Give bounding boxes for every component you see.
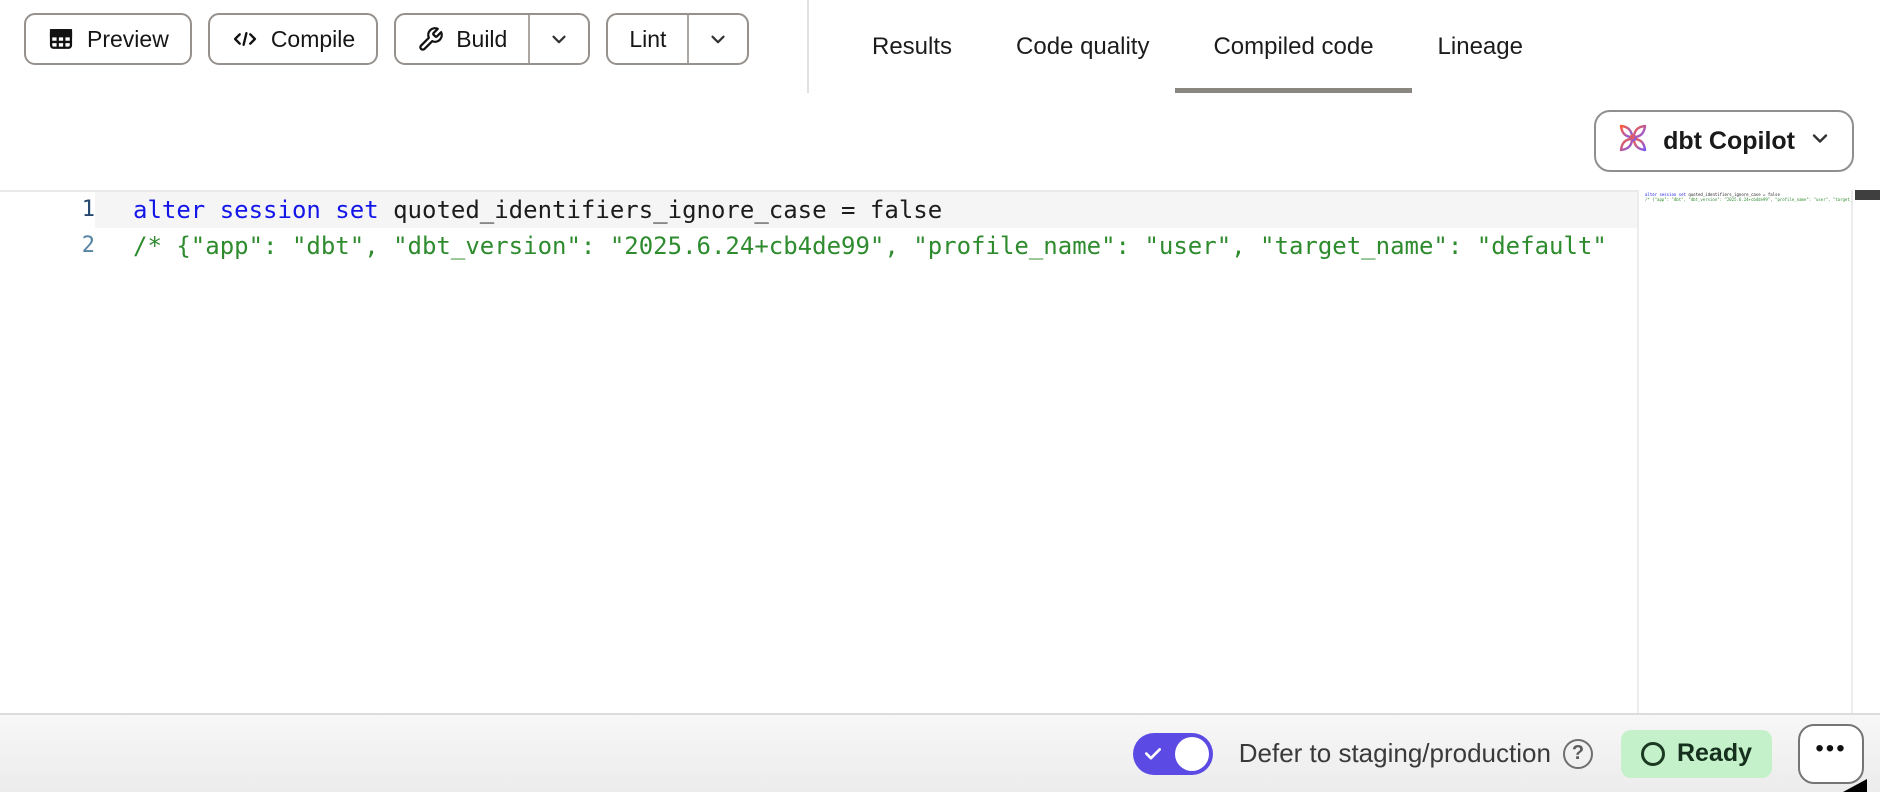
table-grid-icon: [47, 25, 75, 53]
check-icon: [1143, 744, 1163, 764]
chevron-down-icon: [548, 28, 570, 50]
panel-header: Preview Compile: [0, 0, 1880, 190]
build-button-label: Build: [456, 26, 507, 53]
tab-strip: Results Code quality Compiled code Lineage: [872, 0, 1523, 93]
dbt-logo-icon: [1616, 121, 1650, 162]
toggle-knob: [1175, 737, 1209, 771]
line-number[interactable]: 2: [0, 228, 95, 264]
dbt-copilot-button[interactable]: dbt Copilot: [1594, 110, 1854, 172]
code-text: /* {"app": "dbt", "dbt_version": "2025.6…: [95, 228, 1637, 264]
dbt-copilot-label: dbt Copilot: [1663, 127, 1795, 156]
tab-lineage[interactable]: Lineage: [1438, 0, 1523, 93]
tab-compiled-code[interactable]: Compiled code: [1213, 0, 1373, 93]
defer-toggle[interactable]: [1133, 733, 1213, 775]
dbt-ide-panel: Preview Compile: [0, 0, 1880, 792]
toolbar-tabs-divider: [807, 0, 809, 93]
preview-button[interactable]: Preview: [24, 13, 192, 65]
editor-scrollbar[interactable]: [1855, 190, 1880, 713]
code-line[interactable]: 1alter session set quoted_identifiers_ig…: [0, 192, 1637, 228]
ready-status-label: Ready: [1677, 739, 1752, 768]
wrench-icon: [417, 26, 444, 53]
code-text: alter session set quoted_identifiers_ign…: [95, 192, 1637, 228]
defer-label: Defer to staging/production: [1239, 738, 1551, 769]
lint-dropdown-button[interactable]: [687, 15, 747, 63]
compile-button-main[interactable]: Compile: [210, 15, 376, 63]
code-brackets-icon: [231, 25, 259, 53]
line-number[interactable]: 1: [0, 192, 95, 228]
compile-button[interactable]: Compile: [208, 13, 378, 65]
compiled-code-editor[interactable]: 1alter session set quoted_identifiers_ig…: [0, 190, 1637, 713]
chevron-down-icon: [707, 28, 729, 50]
lint-button-main[interactable]: Lint: [608, 15, 687, 63]
editor-minimap[interactable]: alter session set quoted_identifiers_ign…: [1637, 190, 1853, 713]
ready-status-badge: Ready: [1621, 730, 1772, 778]
help-icon[interactable]: ?: [1563, 739, 1593, 769]
minimap-line: /* {"app": "dbt", "dbt_version": "2025.6…: [1645, 197, 1851, 202]
lint-button-label: Lint: [629, 26, 666, 53]
tab-code-quality[interactable]: Code quality: [1016, 0, 1149, 93]
preview-button-main[interactable]: Preview: [26, 15, 190, 63]
build-dropdown-button[interactable]: [528, 15, 588, 63]
scrollbar-thumb[interactable]: [1855, 190, 1880, 200]
circle-outline-icon: [1641, 742, 1665, 766]
code-line[interactable]: 2/* {"app": "dbt", "dbt_version": "2025.…: [0, 228, 1637, 264]
tab-results[interactable]: Results: [872, 0, 952, 93]
compile-button-label: Compile: [271, 26, 355, 53]
more-options-button[interactable]: •••: [1798, 724, 1864, 784]
lint-button: Lint: [606, 13, 749, 65]
build-button: Build: [394, 13, 590, 65]
preview-button-label: Preview: [87, 26, 169, 53]
chevron-down-icon: [1808, 126, 1832, 157]
code-lines: 1alter session set quoted_identifiers_ig…: [0, 192, 1637, 264]
status-bar: Defer to staging/production ? Ready •••: [0, 713, 1880, 792]
build-button-main[interactable]: Build: [396, 15, 528, 63]
action-toolbar: Preview Compile: [24, 13, 749, 65]
